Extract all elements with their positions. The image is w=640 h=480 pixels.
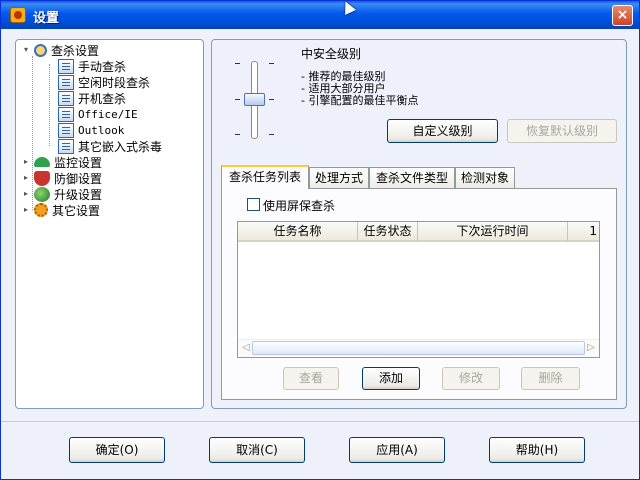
footer-divider <box>1 421 639 422</box>
tree-item-boot-scan[interactable]: 开机查杀 <box>58 90 126 106</box>
screensaver-scan-checkbox[interactable] <box>247 198 260 211</box>
document-icon <box>58 138 74 154</box>
apply-button[interactable]: 应用(A) <box>349 437 445 463</box>
tree-item-outlook[interactable]: Outlook <box>58 122 124 138</box>
screensaver-scan-label[interactable]: 使用屏保查杀 <box>263 197 335 214</box>
close-button[interactable]: × <box>612 5 633 26</box>
collapse-icon[interactable]: ▾ <box>24 46 30 54</box>
settings-window: 设置 × ▾ 查杀设置 手动查杀 空闲时段查杀 开机查杀 Office/IE O… <box>0 0 640 480</box>
tree-item-other-settings[interactable]: ▸ 其它设置 <box>24 202 100 218</box>
shield-icon <box>34 170 50 186</box>
expand-icon[interactable]: ▸ <box>24 174 30 182</box>
document-icon <box>58 122 74 138</box>
view-task-button[interactable]: 查看 <box>283 367 339 390</box>
expand-icon[interactable]: ▸ <box>24 158 30 166</box>
tree-item-update-settings[interactable]: ▸ 升级设置 <box>24 186 102 202</box>
document-icon <box>58 90 74 106</box>
tree-item-scan-settings[interactable]: ▾ 查杀设置 <box>24 42 99 58</box>
tab-scan-file-types[interactable]: 查杀文件类型 <box>369 167 455 189</box>
title-bar[interactable]: 设置 × <box>1 1 639 29</box>
tab-handling-method[interactable]: 处理方式 <box>309 167 369 189</box>
level-desc-line: - 引擎配置的最佳平衡点 <box>301 94 419 107</box>
column-header-task-name[interactable]: 任务名称 <box>238 222 358 242</box>
document-icon <box>58 74 74 90</box>
globe-icon <box>34 186 50 202</box>
column-header-overflow[interactable]: 1 <box>568 222 599 242</box>
scrollbar-thumb[interactable] <box>252 341 585 355</box>
column-header-task-status[interactable]: 任务状态 <box>358 222 418 242</box>
tree-item-label: 升级设置 <box>54 187 103 202</box>
document-icon <box>58 106 74 122</box>
edit-task-button[interactable]: 修改 <box>442 367 500 390</box>
tab-detection-targets[interactable]: 检测对象 <box>455 167 515 189</box>
gear-icon <box>34 203 48 217</box>
tree-item-label: Office/IE <box>78 107 138 121</box>
scroll-left-icon[interactable]: ◁ <box>240 342 252 354</box>
tree-item-monitor-settings[interactable]: ▸ 监控设置 <box>24 154 102 170</box>
ok-button[interactable]: 确定(O) <box>69 437 165 463</box>
tree-item-office-ie[interactable]: Office/IE <box>58 106 138 122</box>
document-icon <box>58 58 74 74</box>
tree-item-label: 开机查杀 <box>78 91 127 106</box>
tree-item-label: 空闲时段查杀 <box>78 73 151 91</box>
settings-tree: ▾ 查杀设置 手动查杀 空闲时段查杀 开机查杀 Office/IE Outloo… <box>15 39 204 409</box>
tab-scan-task-list[interactable]: 查杀任务列表 <box>221 165 309 189</box>
magnifier-icon <box>34 43 47 57</box>
app-icon <box>10 7 26 23</box>
add-task-button[interactable]: 添加 <box>362 367 420 390</box>
tree-item-label: 手动查杀 <box>78 59 127 74</box>
tree-item-label: Outlook <box>78 123 125 137</box>
window-title: 设置 <box>33 11 60 26</box>
tree-item-idle-scan[interactable]: 空闲时段查杀 <box>58 73 151 91</box>
tree-item-label: 防御设置 <box>54 171 103 186</box>
cancel-button[interactable]: 取消(C) <box>209 437 305 463</box>
expand-icon[interactable]: ▸ <box>24 206 30 214</box>
tree-item-label: 监控设置 <box>54 155 103 170</box>
expand-icon[interactable]: ▸ <box>24 190 30 198</box>
task-list-table[interactable]: 任务名称 任务状态 下次运行时间 1 ◁ ▷ <box>237 221 600 358</box>
tree-item-embedded-scan[interactable]: 其它嵌入式杀毒 <box>58 138 162 154</box>
tree-item-label: 其它嵌入式杀毒 <box>78 139 163 154</box>
help-button[interactable]: 帮助(H) <box>489 437 585 463</box>
scroll-right-icon[interactable]: ▷ <box>585 342 597 354</box>
tree-item-manual-scan[interactable]: 手动查杀 <box>58 58 126 74</box>
security-level-slider-thumb[interactable] <box>244 93 265 106</box>
delete-task-button[interactable]: 删除 <box>521 367 580 390</box>
tree-item-label: 其它设置 <box>52 203 101 218</box>
security-level-title: 中安全级别 <box>301 47 362 61</box>
tree-item-defense-settings[interactable]: ▸ 防御设置 <box>24 170 102 186</box>
custom-level-button[interactable]: 自定义级别 <box>387 119 498 143</box>
column-header-next-run-time[interactable]: 下次运行时间 <box>418 222 568 242</box>
horizontal-scrollbar[interactable]: ◁ ▷ <box>238 339 599 357</box>
tree-item-label: 查杀设置 <box>51 43 100 58</box>
restore-default-level-button[interactable]: 恢复默认级别 <box>507 119 617 143</box>
umbrella-icon <box>34 157 50 167</box>
